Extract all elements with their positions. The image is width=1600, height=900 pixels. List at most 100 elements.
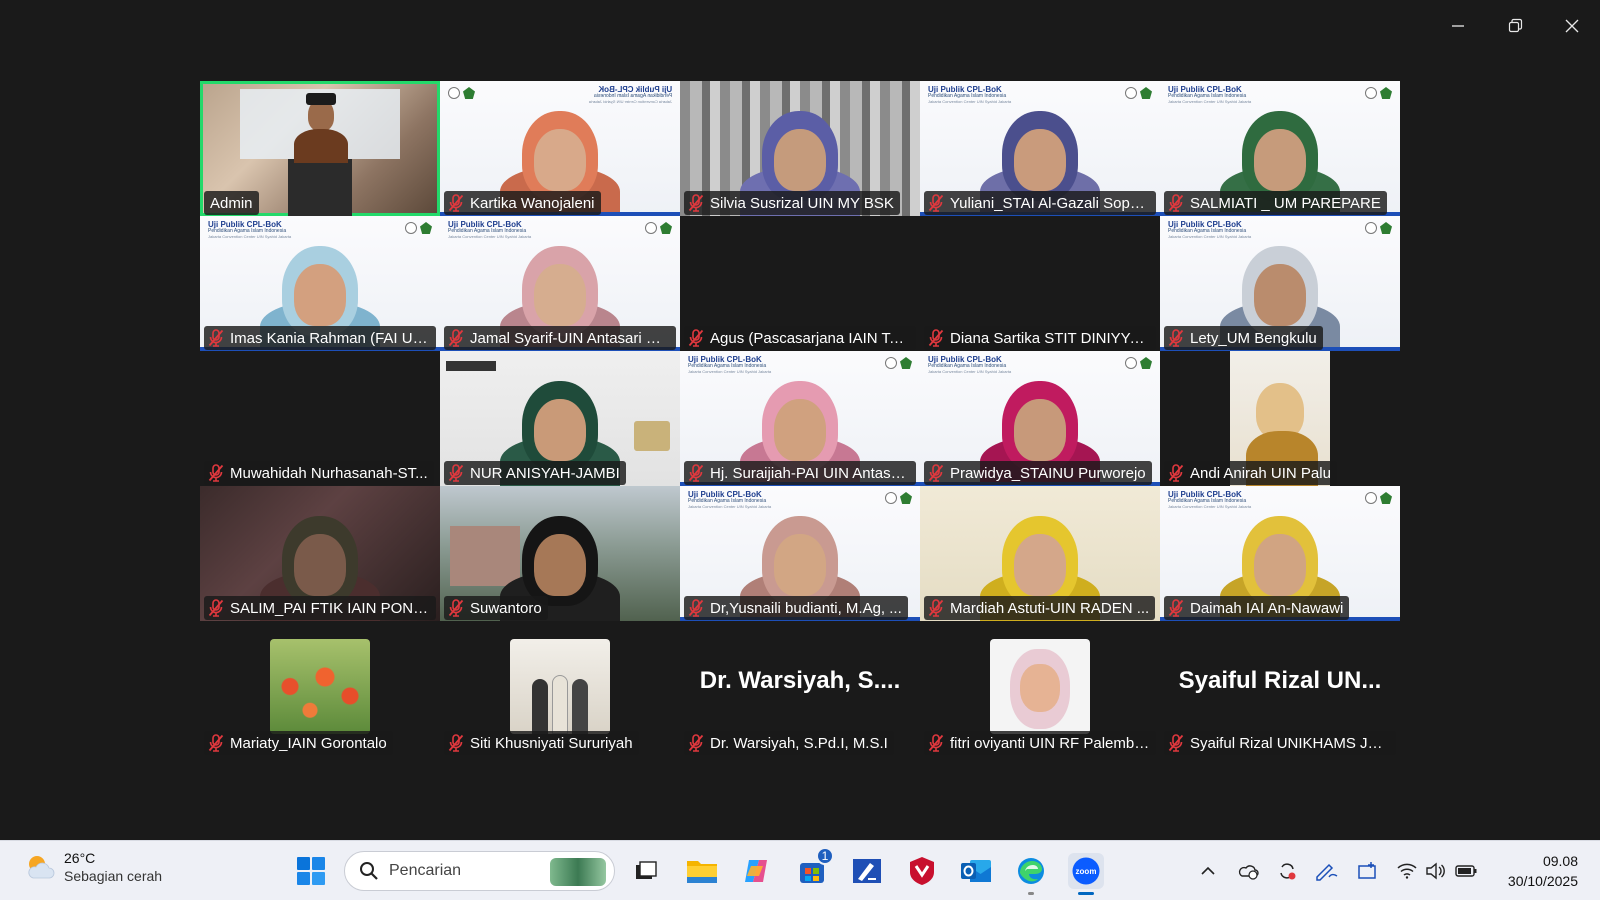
minimize-button[interactable]	[1429, 0, 1486, 52]
mic-muted-icon	[208, 464, 224, 482]
chevron-up-icon	[1201, 866, 1215, 875]
event-logos	[885, 357, 912, 369]
participant-name: SALMIATI _ UM PAREPARE	[1190, 194, 1381, 212]
store-button[interactable]: 1	[794, 847, 834, 889]
participant-tile[interactable]: Diana Sartika STIT DINIYYAH...	[920, 216, 1160, 351]
participant-name: Prawidya_STAINU Purworejo	[950, 464, 1146, 482]
participant-name-tag: Admin	[204, 191, 259, 215]
participant-tile[interactable]: Suwantoro	[440, 486, 680, 621]
taskbar: 26°C Sebagian cerah Pencarian 1 zoom 09.…	[0, 840, 1600, 900]
desk-items	[634, 421, 670, 451]
participant-name-tag: Syaiful Rizal UNIKHAMS Jem...	[1164, 731, 1396, 755]
close-icon	[1565, 19, 1578, 33]
participant-name: Suwantoro	[470, 599, 542, 617]
mic-muted-icon	[688, 194, 704, 212]
wifi-tray[interactable]	[1393, 853, 1421, 889]
search-highlight-image	[550, 858, 606, 886]
mic-muted-icon	[928, 734, 944, 752]
file-explorer-button[interactable]	[684, 853, 720, 889]
participant-name: Silvia Susrizal UIN MY BSK	[710, 194, 894, 212]
participant-name: Diana Sartika STIT DINIYYAH...	[950, 329, 1150, 347]
participant-name-tag: Mardiah Astuti-UIN RADEN ...	[924, 596, 1156, 620]
participant-tile[interactable]: Silvia Susrizal UIN MY BSK	[680, 81, 920, 216]
participant-name-tag: Prawidya_STAINU Purworejo	[924, 461, 1152, 485]
participant-name: Dr,Yusnaili budianti, M.Ag, ...	[710, 599, 902, 617]
start-button[interactable]	[293, 853, 329, 889]
edge-icon	[1018, 858, 1044, 884]
pen-app-icon	[853, 859, 881, 883]
battery-icon	[1455, 865, 1477, 877]
tray-overflow-button[interactable]	[1194, 853, 1222, 889]
participant-tile[interactable]: Agus (Pascasarjana IAIN Ter...	[680, 216, 920, 351]
copilot-button[interactable]	[738, 853, 774, 889]
zoom-button[interactable]: zoom	[1068, 853, 1104, 895]
participant-tile[interactable]: Syaiful Rizal UN... Syaiful Rizal UNIKHAM…	[1160, 621, 1400, 756]
participant-name-tag: Muwahidah Nurhasanah-ST...	[204, 461, 434, 485]
profile-picture	[990, 639, 1090, 734]
participant-name-tag: Kartika Wanojaleni	[444, 191, 601, 215]
event-brand-overlay: Uji Publik CPL-BoK Pendidikan Agama Islam…	[1168, 490, 1252, 509]
participant-tile[interactable]: Uji Publik CPL-BoK Pendidikan Agama Islam…	[680, 351, 920, 486]
participant-tile[interactable]: Mariaty_IAIN Gorontalo	[200, 621, 440, 756]
battery-tray[interactable]	[1452, 853, 1480, 889]
profile-picture	[270, 639, 370, 734]
participant-tile[interactable]: Uji Publik CPL-BoK Pendidikan Agama Islam…	[920, 351, 1160, 486]
event-brand-overlay: Uji Publik CPL-BoK Pendidikan Agama Islam…	[1168, 220, 1252, 239]
volume-tray[interactable]	[1421, 853, 1449, 889]
participant-name: Kartika Wanojaleni	[470, 194, 595, 212]
event-brand-overlay: Uji Publik CPL-BoK Pendidikan Agama Islam…	[448, 220, 532, 239]
weather-condition: Sebagian cerah	[64, 868, 163, 884]
zoom-window: Admin Uji Publik CPL-BoK Pendidikan Agama …	[0, 0, 1600, 900]
restore-button[interactable]	[1486, 0, 1543, 52]
participant-tile[interactable]: Siti Khusniyati Sururiyah	[440, 621, 680, 756]
participant-tile[interactable]: Uji Publik CPL-BoK Pendidikan Agama Islam…	[440, 216, 680, 351]
participant-tile[interactable]: Uji Publik CPL-BoK Pendidikan Agama Islam…	[440, 81, 680, 216]
participant-tile[interactable]: Dr. Warsiyah, S.... Dr. Warsiyah, S.Pd.I,…	[680, 621, 920, 756]
participant-name: Imas Kania Rahman (FAI UIK...	[230, 329, 430, 347]
window-controls	[1429, 0, 1600, 52]
store-badge: 1	[816, 847, 834, 865]
participant-tile[interactable]: Admin	[200, 81, 440, 216]
participant-tile[interactable]: Uji Publik CPL-BoK Pendidikan Agama Islam…	[680, 486, 920, 621]
outlook-button[interactable]	[958, 853, 994, 889]
edge-button[interactable]	[1013, 853, 1049, 895]
participant-tile[interactable]: NUR ANISYAH-JAMBI	[440, 351, 680, 486]
participant-name: Mariaty_IAIN Gorontalo	[230, 734, 387, 752]
onedrive-tray[interactable]	[1234, 853, 1262, 889]
mic-muted-icon	[1168, 464, 1184, 482]
building	[450, 526, 520, 586]
participant-tile[interactable]: SALIM_PAI FTIK IAIN PONTI...	[200, 486, 440, 621]
participant-tile[interactable]: Uji Publik CPL-BoK Pendidikan Agama Islam…	[1160, 216, 1400, 351]
search-box[interactable]: Pencarian	[344, 851, 615, 891]
participant-tile[interactable]: Uji Publik CPL-BoK Pendidikan Agama Islam…	[920, 81, 1160, 216]
clock[interactable]: 09.08 30/10/2025	[1508, 851, 1578, 891]
participant-tile[interactable]: Muwahidah Nurhasanah-ST...	[200, 351, 440, 486]
pen-tray[interactable]	[1313, 853, 1341, 889]
podium	[288, 159, 352, 216]
participant-tile[interactable]: Uji Publik CPL-BoK Pendidikan Agama Islam…	[1160, 486, 1400, 621]
sync-tray[interactable]	[1273, 853, 1301, 889]
participant-name-tag: Imas Kania Rahman (FAI UIK...	[204, 326, 436, 350]
mcafee-button[interactable]	[904, 853, 940, 889]
participant-tile[interactable]: fitri oviyanti UIN RF Palemba...	[920, 621, 1160, 756]
close-button[interactable]	[1543, 0, 1600, 52]
task-view-button[interactable]	[628, 853, 664, 889]
pen-app-button[interactable]	[849, 853, 885, 889]
mic-muted-icon	[1168, 329, 1184, 347]
participant-name: Lety_UM Bengkulu	[1190, 329, 1317, 347]
mic-muted-icon	[208, 734, 224, 752]
participant-name-tag: SALMIATI _ UM PAREPARE	[1164, 191, 1387, 215]
display-tray[interactable]	[1354, 853, 1382, 889]
weather-widget[interactable]: 26°C Sebagian cerah	[24, 849, 162, 885]
mic-muted-icon	[928, 194, 944, 212]
participant-name-tag: Hj. Suraijiah-PAI UIN Antasa...	[684, 461, 916, 485]
gallery-grid: Admin Uji Publik CPL-BoK Pendidikan Agama …	[200, 81, 1400, 756]
partly-sunny-icon	[24, 851, 56, 883]
participant-name: Syaiful Rizal UNIKHAMS Jem...	[1190, 734, 1390, 752]
participant-tile[interactable]: Andi Anirah UIN Palu	[1160, 351, 1400, 486]
participant-tile[interactable]: Uji Publik CPL-BoK Pendidikan Agama Islam…	[200, 216, 440, 351]
outlook-icon	[961, 860, 991, 882]
participant-tile[interactable]: Uji Publik CPL-BoK Pendidikan Agama Islam…	[1160, 81, 1400, 216]
participant-tile[interactable]: Mardiah Astuti-UIN RADEN ...	[920, 486, 1160, 621]
event-brand-overlay: Uji Publik CPL-BoK Pendidikan Agama Islam…	[588, 85, 672, 104]
